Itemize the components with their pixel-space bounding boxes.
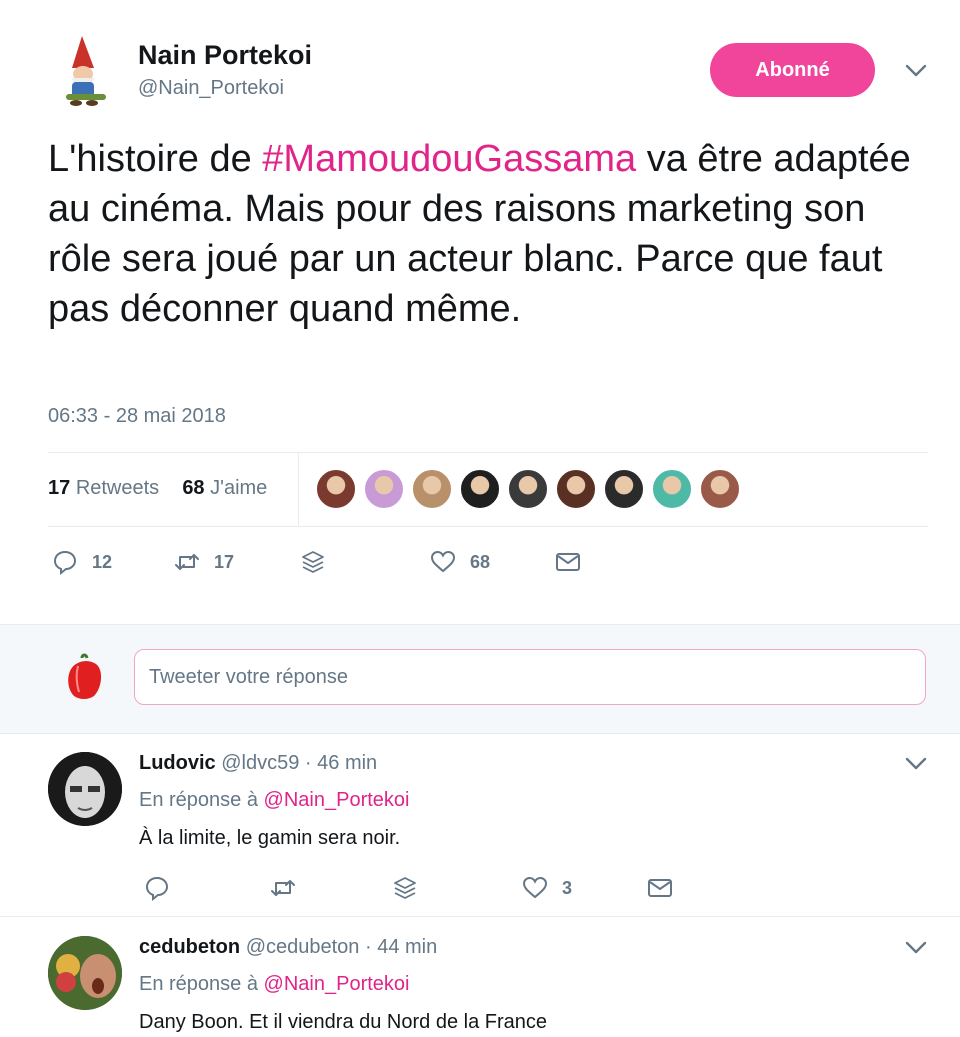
reply-time[interactable]: · 44 min bbox=[365, 936, 437, 958]
reply-header: Ludovic @ldvc59 · 46 min bbox=[139, 752, 377, 775]
like-action[interactable]: 68 bbox=[430, 549, 490, 575]
liker-avatar[interactable] bbox=[652, 469, 692, 509]
liker-avatar[interactable] bbox=[412, 469, 452, 509]
envelope-icon bbox=[648, 879, 672, 897]
chevron-down-icon bbox=[905, 757, 927, 770]
reply-author-name[interactable]: cedubeton bbox=[139, 936, 240, 958]
in-reply-link[interactable]: @Nain_Portekoi bbox=[264, 789, 410, 811]
like-count: 68 bbox=[470, 551, 491, 572]
tweet-text: L'histoire de #MamoudouGassama va être a… bbox=[48, 134, 918, 334]
message-action[interactable] bbox=[555, 549, 581, 575]
layers-icon bbox=[302, 551, 324, 573]
chevron-down-icon bbox=[905, 64, 927, 77]
stack-action[interactable] bbox=[392, 875, 418, 901]
reply-time[interactable]: · 46 min bbox=[305, 752, 377, 774]
retweet-icon bbox=[175, 554, 199, 570]
reply-context: En réponse à @Nain_Portekoi bbox=[139, 789, 409, 812]
chevron-down-icon bbox=[905, 941, 927, 954]
retweets-count: 17 bbox=[48, 477, 71, 499]
liker-avatar[interactable] bbox=[316, 469, 356, 509]
reply-author-handle[interactable]: @cedubeton bbox=[246, 936, 360, 958]
retweets-label: Retweets bbox=[75, 477, 160, 499]
stats-divider bbox=[298, 453, 299, 526]
tweet-timestamp[interactable]: 06:33 - 28 mai 2018 bbox=[48, 405, 226, 428]
stack-action[interactable] bbox=[300, 549, 326, 575]
retweet-icon bbox=[271, 880, 295, 896]
reply-action[interactable] bbox=[144, 875, 170, 901]
reply-icon bbox=[145, 876, 169, 901]
liker-avatar[interactable] bbox=[604, 469, 644, 509]
envelope-icon bbox=[556, 553, 580, 571]
divider bbox=[48, 526, 928, 527]
current-user-avatar[interactable] bbox=[60, 652, 108, 702]
reply-action[interactable]: 12 bbox=[52, 549, 112, 575]
hashtag-link[interactable]: #MamoudouGassama bbox=[262, 138, 636, 180]
reply-menu-button[interactable] bbox=[905, 757, 927, 776]
liker-avatar[interactable] bbox=[460, 469, 500, 509]
retweet-action[interactable]: 17 bbox=[174, 549, 234, 575]
gnome-icon bbox=[66, 36, 106, 106]
like-action[interactable]: 3 bbox=[522, 875, 572, 901]
retweets-stat[interactable]: 17 Retweets bbox=[48, 477, 159, 499]
likers-avatars[interactable] bbox=[316, 469, 748, 509]
reply-input[interactable]: Tweeter votre réponse bbox=[134, 649, 926, 705]
liker-avatar[interactable] bbox=[364, 469, 404, 509]
likes-label: J'aime bbox=[210, 477, 268, 499]
reply-author-name[interactable]: Ludovic bbox=[139, 752, 216, 774]
tweet-stats: 17 Retweets 68 J'aime bbox=[48, 477, 267, 500]
author-handle[interactable]: @Nain_Portekoi bbox=[138, 77, 284, 100]
reply-text: À la limite, le gamin sera noir. bbox=[139, 827, 401, 849]
likes-stat[interactable]: 68 J'aime bbox=[182, 477, 267, 499]
author-avatar[interactable] bbox=[58, 34, 116, 110]
liker-avatar[interactable] bbox=[508, 469, 548, 509]
divider bbox=[48, 452, 928, 453]
liker-avatar[interactable] bbox=[700, 469, 740, 509]
author-name[interactable]: Nain Portekoi bbox=[138, 40, 312, 71]
reply-icon bbox=[53, 550, 77, 575]
reply-context: En réponse à @Nain_Portekoi bbox=[139, 973, 409, 996]
reply-count: 12 bbox=[92, 551, 113, 572]
tweet-text-start: L'histoire de bbox=[48, 138, 263, 180]
likes-count: 68 bbox=[182, 477, 205, 499]
reply-text: Dany Boon. Et il viendra du Nord de la F… bbox=[139, 1011, 547, 1033]
divider bbox=[0, 916, 960, 917]
in-reply-prefix: En réponse à bbox=[139, 973, 258, 995]
in-reply-prefix: En réponse à bbox=[139, 789, 258, 811]
reply-avatar[interactable] bbox=[48, 752, 122, 826]
layers-icon bbox=[394, 877, 416, 899]
like-count: 3 bbox=[562, 877, 573, 898]
message-action[interactable] bbox=[647, 875, 673, 901]
reply-menu-button[interactable] bbox=[905, 941, 927, 960]
reply-header: cedubeton @cedubeton · 44 min bbox=[139, 936, 437, 959]
heart-icon bbox=[522, 876, 548, 899]
in-reply-link[interactable]: @Nain_Portekoi bbox=[264, 973, 410, 995]
reply-author-handle[interactable]: @ldvc59 bbox=[221, 752, 299, 774]
avatar-image bbox=[48, 752, 122, 826]
avatar-image bbox=[48, 936, 122, 1010]
tweet-menu-button[interactable] bbox=[905, 64, 927, 83]
liker-avatar[interactable] bbox=[556, 469, 596, 509]
heart-icon bbox=[430, 550, 456, 573]
pepper-icon bbox=[68, 653, 102, 699]
reply-avatar[interactable] bbox=[48, 936, 122, 1010]
retweet-count: 17 bbox=[214, 551, 235, 572]
follow-button[interactable]: Abonné bbox=[710, 43, 875, 97]
retweet-action[interactable] bbox=[270, 875, 296, 901]
